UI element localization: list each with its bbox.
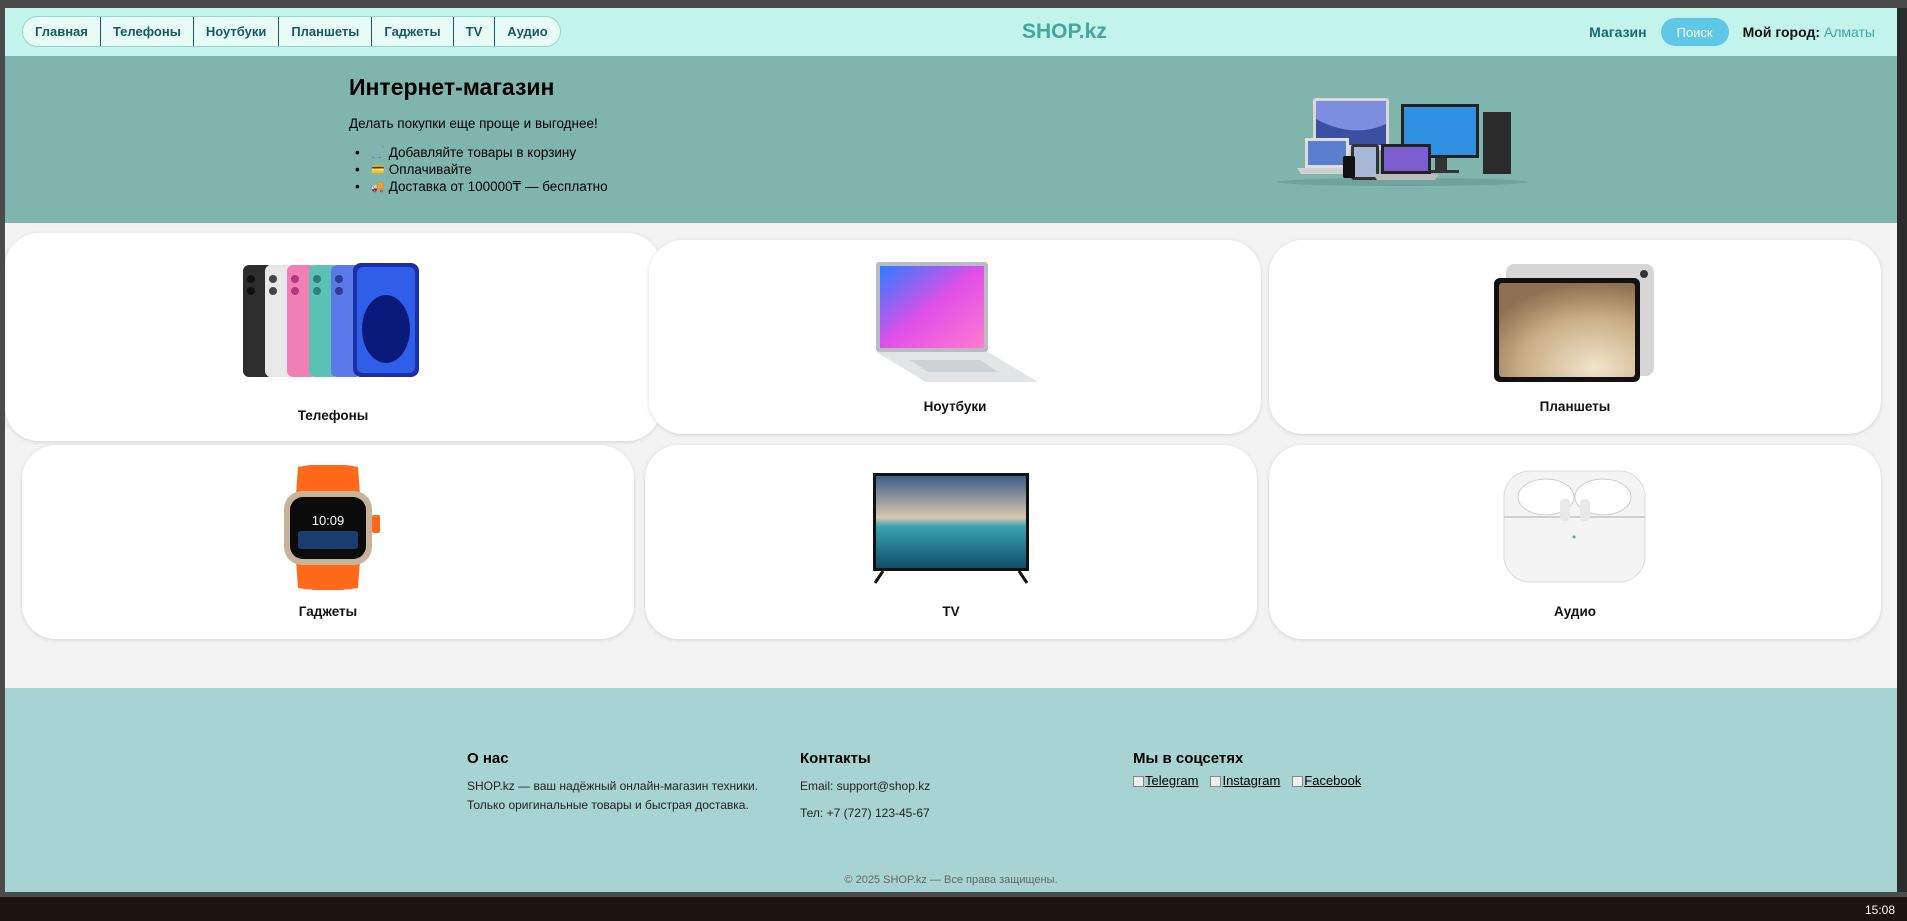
copyright: © 2025 SHOP.kz — Все права защищены. xyxy=(844,874,1058,886)
smartwatch-image: 10:09 xyxy=(284,465,380,590)
category-label: Планшеты xyxy=(1539,399,1611,414)
hero-subtitle: Делать покупки еще проще и выгоднее! xyxy=(349,116,598,131)
phones-image xyxy=(243,263,419,377)
nav-item-laptops[interactable]: Ноутбуки xyxy=(194,17,280,46)
category-nav: Главная Телефоны Ноутбуки Планшеты Гадже… xyxy=(22,16,561,47)
svg-text:10:09: 10:09 xyxy=(312,513,345,528)
hero-title: Интернет-магазин xyxy=(349,74,555,100)
card-icon: 💳 xyxy=(371,164,385,176)
hero-bullet: 💳 Оплачивайте xyxy=(355,161,608,178)
category-card-phones[interactable]: Телефоны xyxy=(5,233,661,441)
truck-icon: 🚚 xyxy=(371,181,385,193)
footer-contacts-title: Контакты xyxy=(800,750,871,767)
footer-about-line: Только оригинальные товары и быстрая дос… xyxy=(467,798,749,812)
social-links: Telegram Instagram Facebook xyxy=(1133,773,1361,788)
cart-icon: 🛒 xyxy=(371,147,385,159)
nav-item-audio[interactable]: Аудио xyxy=(495,17,559,46)
hero-bullet: 🛒 Добавляйте товары в корзину xyxy=(355,144,608,161)
category-card-gadgets[interactable]: 10:09 Гаджеты xyxy=(22,445,634,639)
browser-window: Главная Телефоны Ноутбуки Планшеты Гадже… xyxy=(5,8,1897,892)
category-card-tv[interactable]: TV xyxy=(645,445,1257,639)
hero-bullet: 🚚 Доставка от 100000₸ — бесплатно xyxy=(355,178,608,195)
site-footer: О нас SHOP.kz — ваш надёжный онлайн-мага… xyxy=(5,688,1897,892)
devices-hero-image xyxy=(1278,98,1528,186)
category-label: Телефоны xyxy=(297,408,369,423)
city-value[interactable]: Алматы xyxy=(1824,24,1875,40)
shop-link[interactable]: Магазин xyxy=(1589,24,1646,40)
footer-social-title: Мы в соцсетях xyxy=(1133,750,1244,767)
scrollbar[interactable] xyxy=(1897,8,1907,892)
footer-contacts: Контакты Email: support@shop.kz Тел: +7 … xyxy=(800,750,930,823)
laptop-image xyxy=(876,262,1038,382)
tablet-image xyxy=(1494,264,1654,382)
category-label: Аудио xyxy=(1553,604,1597,619)
nav-item-phones[interactable]: Телефоны xyxy=(101,17,194,46)
footer-about: О нас SHOP.kz — ваш надёжный онлайн-мага… xyxy=(467,750,758,815)
footer-about-line: SHOP.kz — ваш надёжный онлайн-магазин те… xyxy=(467,779,759,793)
hero-banner: Интернет-магазин Делать покупки еще прощ… xyxy=(5,56,1897,223)
nav-item-tv[interactable]: TV xyxy=(454,17,496,46)
footer-phone: Тел: +7 (727) 123-45-67 xyxy=(800,806,930,820)
footer-email: Email: support@shop.kz xyxy=(800,779,931,793)
facebook-link[interactable]: Facebook xyxy=(1292,773,1361,788)
city-selector[interactable]: Мой город: Алматы xyxy=(1743,24,1875,40)
nav-item-tablets[interactable]: Планшеты xyxy=(279,17,373,46)
os-taskbar: 15:08 xyxy=(0,897,1907,921)
category-label: TV xyxy=(942,604,960,619)
telegram-link[interactable]: Telegram xyxy=(1133,773,1198,788)
tv-image xyxy=(873,473,1029,584)
earbuds-image xyxy=(1503,470,1646,583)
instagram-link[interactable]: Instagram xyxy=(1210,773,1280,788)
category-card-laptops[interactable]: Ноутбуки xyxy=(649,240,1261,434)
taskbar-clock: 15:08 xyxy=(1864,903,1895,917)
footer-social: Мы в соцсетях Telegram Instagram Faceboo… xyxy=(1133,750,1361,788)
facebook-icon xyxy=(1292,776,1304,787)
nav-item-gadgets[interactable]: Гаджеты xyxy=(372,17,454,46)
search-button[interactable]: Поиск xyxy=(1660,18,1729,46)
category-label: Гаджеты xyxy=(298,604,358,619)
city-label: Мой город: xyxy=(1742,24,1821,40)
site-logo[interactable]: SHOP.kz xyxy=(1022,20,1107,44)
top-navbar: Главная Телефоны Ноутбуки Планшеты Гадже… xyxy=(5,8,1897,56)
hero-bullets: 🛒 Добавляйте товары в корзину 💳 Оплачива… xyxy=(355,144,608,195)
category-label: Ноутбуки xyxy=(923,399,987,414)
telegram-icon xyxy=(1133,776,1144,787)
nav-right-group: Магазин Поиск Мой город: Алматы xyxy=(1589,18,1875,46)
category-card-audio[interactable]: Аудио xyxy=(1269,445,1881,639)
footer-about-title: О нас xyxy=(467,750,509,767)
instagram-icon xyxy=(1210,776,1222,787)
nav-item-home[interactable]: Главная xyxy=(23,17,101,46)
category-card-tablets[interactable]: Планшеты xyxy=(1269,240,1881,434)
